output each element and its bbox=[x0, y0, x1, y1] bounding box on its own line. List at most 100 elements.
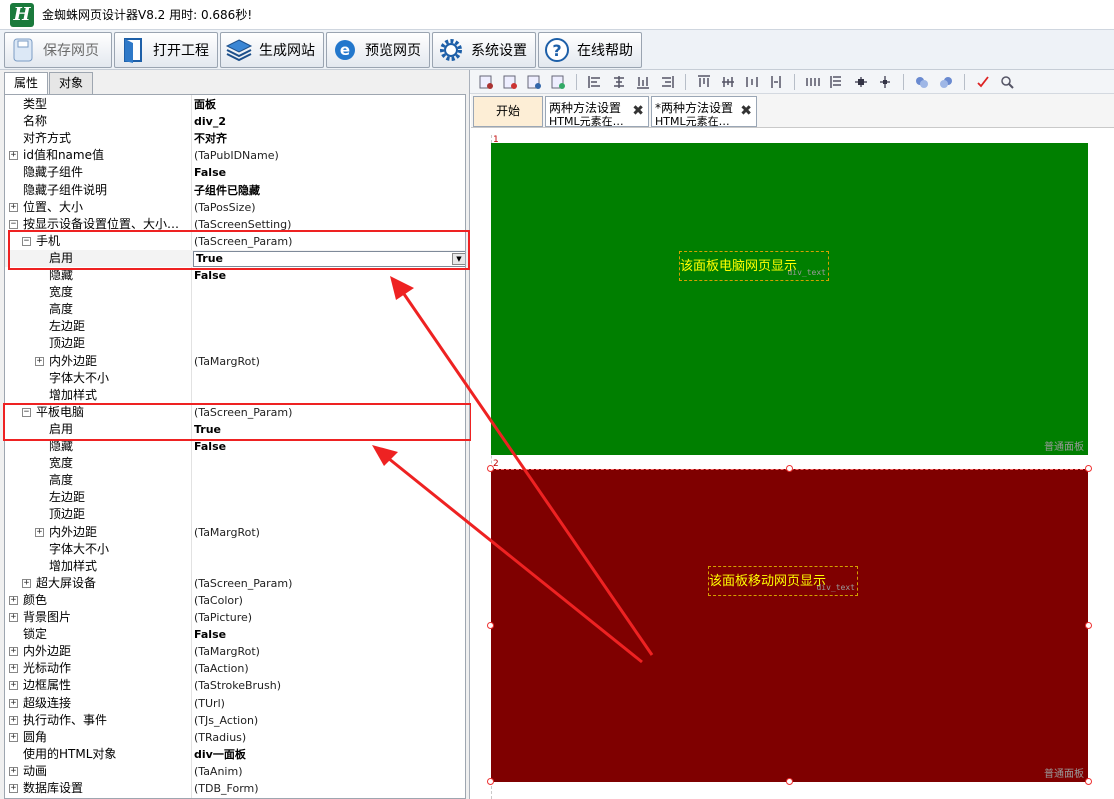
expand-icon[interactable]: + bbox=[9, 733, 18, 742]
property-row[interactable]: + 圆角 (TRadius) bbox=[5, 729, 465, 746]
expand-icon[interactable]: + bbox=[9, 596, 18, 605]
property-row[interactable]: 隐藏子组件 False bbox=[5, 164, 465, 181]
align-middle-icon[interactable] bbox=[720, 74, 736, 90]
system-settings-button[interactable]: 系统设置 bbox=[432, 31, 536, 68]
property-row[interactable]: 字体大不小 bbox=[5, 370, 465, 387]
property-row[interactable]: + 位置、大小 (TaPosSize) bbox=[5, 199, 465, 216]
space-vertical-icon[interactable] bbox=[829, 74, 845, 90]
property-row[interactable]: + 执行动作、事件 (TJs_Action) bbox=[5, 712, 465, 729]
property-row[interactable]: − 手机 (TaScreen_Param) bbox=[5, 233, 465, 250]
tab-document-2[interactable]: *两种方法设置 HTML元素在… ✖ bbox=[651, 96, 757, 128]
search-icon[interactable] bbox=[999, 74, 1015, 90]
same-height-icon[interactable] bbox=[768, 74, 784, 90]
property-row[interactable]: + 背景图片 (TaPicture) bbox=[5, 609, 465, 626]
resize-handle[interactable] bbox=[487, 778, 494, 785]
expand-icon[interactable]: + bbox=[9, 681, 18, 690]
page-add-icon[interactable] bbox=[478, 74, 494, 90]
tab-document-1[interactable]: 两种方法设置 HTML元素在… ✖ bbox=[545, 96, 649, 128]
resize-handle[interactable] bbox=[786, 465, 793, 472]
center-horizontal-icon[interactable] bbox=[853, 74, 869, 90]
property-row[interactable]: + 内外边距 (TaMargRot) bbox=[5, 643, 465, 660]
align-center-icon[interactable] bbox=[611, 74, 627, 90]
distribute-icon[interactable] bbox=[744, 74, 760, 90]
expand-icon[interactable]: + bbox=[9, 699, 18, 708]
property-row[interactable]: + 内外边距 (TaMargRot) bbox=[5, 524, 465, 541]
desktop-panel[interactable]: 该面板电脑网页显示 div_text 普通面板 bbox=[491, 143, 1088, 455]
align-bottom-icon[interactable] bbox=[635, 74, 651, 90]
property-row[interactable]: + id值和name值 (TaPubIDName) bbox=[5, 147, 465, 164]
property-row[interactable]: 隐藏 False bbox=[5, 438, 465, 455]
property-row[interactable]: 启用 True bbox=[5, 421, 465, 438]
collapse-icon[interactable]: − bbox=[22, 408, 31, 417]
page-paste-icon[interactable] bbox=[550, 74, 566, 90]
expand-icon[interactable]: + bbox=[9, 203, 18, 212]
space-horizontal-icon[interactable] bbox=[805, 74, 821, 90]
online-help-button[interactable]: ? 在线帮助 bbox=[538, 31, 642, 68]
resize-handle[interactable] bbox=[487, 465, 494, 472]
collapse-icon[interactable]: − bbox=[22, 237, 31, 246]
mobile-panel[interactable]: 该面板移动网页显示 div_text 普通面板 bbox=[491, 469, 1088, 782]
collapse-icon[interactable]: − bbox=[9, 220, 18, 229]
property-row[interactable]: 隐藏子组件说明 子组件已隐藏 bbox=[5, 182, 465, 199]
tab-start[interactable]: 开始 bbox=[473, 96, 543, 127]
expand-icon[interactable]: + bbox=[9, 784, 18, 793]
property-row[interactable]: + 边框属性 (TaStrokeBrush) bbox=[5, 677, 465, 694]
property-row[interactable]: 顶边距 bbox=[5, 506, 465, 523]
property-row[interactable]: 增加样式 bbox=[5, 387, 465, 404]
tab-properties[interactable]: 属性 bbox=[4, 72, 49, 95]
property-row[interactable]: 增加样式 bbox=[5, 558, 465, 575]
desktop-panel-text[interactable]: 该面板电脑网页显示 div_text bbox=[679, 251, 829, 281]
resize-handle[interactable] bbox=[1085, 622, 1092, 629]
save-page-button[interactable]: 保存网页 bbox=[4, 31, 112, 68]
property-row[interactable]: − 按显示设备设置位置、大小… (TaScreenSetting) bbox=[5, 216, 465, 233]
expand-icon[interactable]: + bbox=[35, 357, 44, 366]
generate-site-button[interactable]: 生成网站 bbox=[220, 31, 324, 68]
open-project-button[interactable]: 打开工程 bbox=[114, 31, 218, 68]
property-row[interactable]: 宽度 bbox=[5, 284, 465, 301]
page-delete-icon[interactable] bbox=[502, 74, 518, 90]
expand-icon[interactable]: + bbox=[9, 647, 18, 656]
property-row[interactable]: 高度 bbox=[5, 301, 465, 318]
property-row[interactable]: + 内外边距 (TaMargRot) bbox=[5, 353, 465, 370]
property-row[interactable]: + 超级连接 (TUrl) bbox=[5, 695, 465, 712]
property-row[interactable]: − 平板电脑 (TaScreen_Param) bbox=[5, 404, 465, 421]
send-back-icon[interactable] bbox=[938, 74, 954, 90]
close-icon[interactable]: ✖ bbox=[632, 103, 644, 119]
property-row[interactable]: 高度 bbox=[5, 472, 465, 489]
property-row[interactable]: 左边距 bbox=[5, 318, 465, 335]
expand-icon[interactable]: + bbox=[22, 579, 31, 588]
design-canvas[interactable]: 1 该面板电脑网页显示 div_text 普通面板 2 该面板移动网页显示 di… bbox=[471, 129, 1114, 799]
property-row[interactable]: 宽度 bbox=[5, 455, 465, 472]
property-row[interactable]: 对齐方式 不对齐 bbox=[5, 130, 465, 147]
expand-icon[interactable]: + bbox=[9, 664, 18, 673]
property-row[interactable]: 字体大不小 bbox=[5, 541, 465, 558]
property-row[interactable]: + 超大屏设备 (TaScreen_Param) bbox=[5, 575, 465, 592]
resize-handle[interactable] bbox=[1085, 778, 1092, 785]
property-row[interactable]: 左边距 bbox=[5, 489, 465, 506]
chevron-down-icon[interactable]: ▼ bbox=[452, 253, 465, 265]
expand-icon[interactable]: + bbox=[9, 767, 18, 776]
align-right-icon[interactable] bbox=[659, 74, 675, 90]
tab-objects[interactable]: 对象 bbox=[49, 72, 94, 94]
spell-check-icon[interactable] bbox=[975, 74, 991, 90]
expand-icon[interactable]: + bbox=[9, 613, 18, 622]
property-row[interactable]: 顶边距 bbox=[5, 335, 465, 352]
property-row[interactable]: + 光标动作 (TaAction) bbox=[5, 660, 465, 677]
expand-icon[interactable]: + bbox=[35, 528, 44, 537]
property-value-dropdown[interactable]: True ▼ bbox=[193, 251, 465, 267]
property-row[interactable]: 类型 面板 bbox=[5, 96, 465, 113]
page-copy-icon[interactable] bbox=[526, 74, 542, 90]
align-left-icon[interactable] bbox=[587, 74, 603, 90]
property-row[interactable]: + 数据库设置 (TDB_Form) bbox=[5, 780, 465, 797]
align-top-icon[interactable] bbox=[696, 74, 712, 90]
property-row[interactable]: 名称 div_2 bbox=[5, 113, 465, 130]
property-row[interactable]: 锁定 False bbox=[5, 626, 465, 643]
expand-icon[interactable]: + bbox=[9, 716, 18, 725]
resize-handle[interactable] bbox=[786, 778, 793, 785]
preview-page-button[interactable]: e 预览网页 bbox=[326, 31, 430, 68]
resize-handle[interactable] bbox=[487, 622, 494, 629]
bring-front-icon[interactable] bbox=[914, 74, 930, 90]
expand-icon[interactable]: + bbox=[9, 151, 18, 160]
property-row[interactable]: + 颜色 (TaColor) bbox=[5, 592, 465, 609]
property-row[interactable]: 启用 True ▼ bbox=[5, 250, 465, 267]
